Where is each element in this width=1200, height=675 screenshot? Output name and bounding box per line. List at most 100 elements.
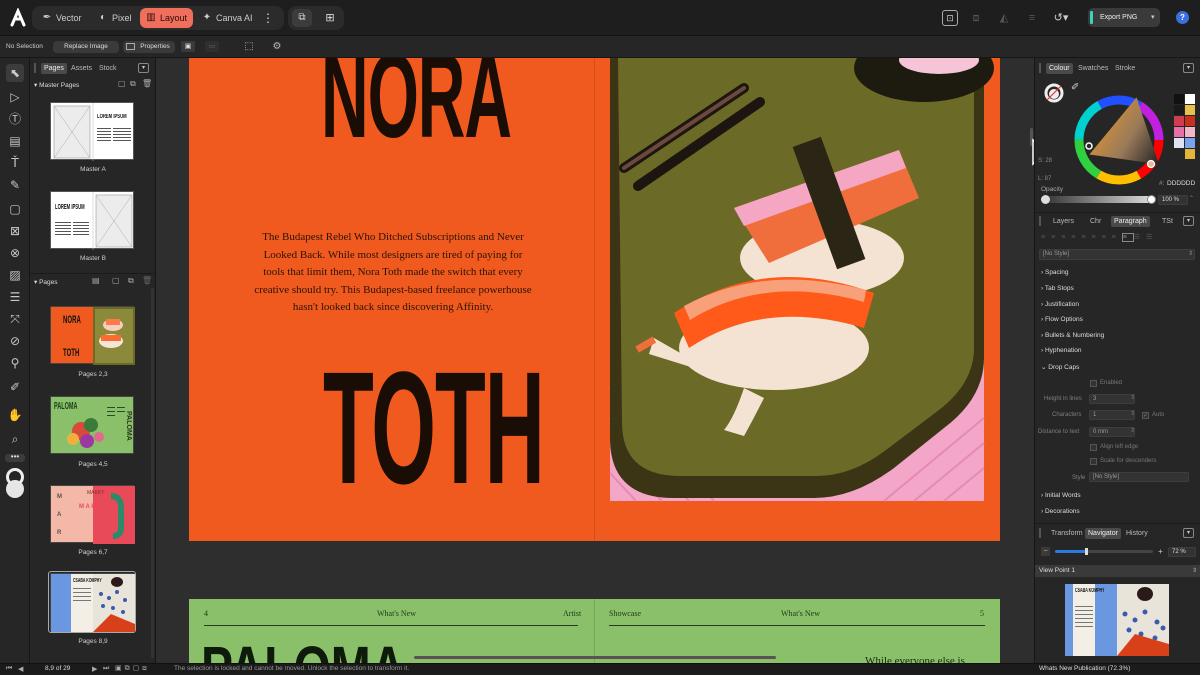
- section-tab-stops[interactable]: › Tab Stops: [1041, 285, 1074, 292]
- justify-right-icon[interactable]: ≡: [1091, 234, 1101, 241]
- auto-checkbox[interactable]: ✓: [1142, 412, 1149, 419]
- tab-stock[interactable]: Stock: [96, 63, 120, 74]
- bullets-icon[interactable]: ☰: [1134, 234, 1146, 241]
- move-tool-icon[interactable]: ⬉: [6, 64, 24, 82]
- add-master-icon[interactable]: ▢: [118, 79, 126, 88]
- flip-icon[interactable]: ◭: [996, 10, 1012, 26]
- master-b-thumbnail[interactable]: LOREM IPSUM: [50, 191, 134, 250]
- tab-swatches[interactable]: Swatches: [1075, 63, 1111, 74]
- help-button[interactable]: ?: [1176, 11, 1189, 24]
- justify-center-icon[interactable]: ≡: [1081, 234, 1091, 241]
- section-justification[interactable]: › Justification: [1041, 301, 1079, 308]
- section-bullets-numbering[interactable]: › Bullets & Numbering: [1041, 332, 1104, 339]
- tab-stroke[interactable]: Stroke: [1112, 63, 1138, 74]
- scale-descenders-checkbox[interactable]: [1090, 458, 1097, 465]
- justify-all-icon[interactable]: ≡: [1102, 234, 1112, 241]
- first-page-icon[interactable]: ⏮: [6, 665, 12, 673]
- opacity-stepper[interactable]: ⌃: [1189, 195, 1194, 202]
- node-tool-icon[interactable]: ▷: [6, 88, 24, 106]
- mode-vector[interactable]: ✒ Vector: [36, 8, 88, 28]
- justify-left-icon[interactable]: ≡: [1071, 234, 1081, 241]
- section-spacing[interactable]: › Spacing: [1041, 269, 1068, 276]
- properties-button[interactable]: Properties: [123, 41, 175, 53]
- paragraph-style-dropdown[interactable]: [No Style]: [1039, 249, 1195, 260]
- app-logo[interactable]: [8, 7, 28, 28]
- pages-header[interactable]: ▾ Pages: [34, 278, 58, 286]
- panel-scrollbar[interactable]: [151, 288, 154, 658]
- tab-colour[interactable]: Colour: [1046, 63, 1073, 74]
- replace-image-button[interactable]: Replace Image: [53, 41, 119, 53]
- document-canvas[interactable]: NORA The Budapest Rebel Who Ditched Subs…: [156, 58, 1034, 663]
- pages-4-5-thumbnail[interactable]: PALOMA PALOMA: [50, 396, 134, 454]
- add-page-after-icon[interactable]: ▢: [112, 276, 120, 285]
- zoom-in-icon[interactable]: +: [1156, 547, 1165, 556]
- place-image-tool-icon[interactable]: ▨: [6, 266, 24, 284]
- text-frame-tool-icon[interactable]: Ⓣ: [6, 110, 24, 128]
- panel-menu-icon[interactable]: ▾: [1183, 216, 1194, 226]
- panel-menu-icon[interactable]: ▾: [1183, 528, 1194, 538]
- select-frame-icon[interactable]: ⬚: [242, 40, 256, 54]
- align-left-icon[interactable]: ≡: [1041, 234, 1051, 241]
- distance-to-text-field[interactable]: 0 mm: [1089, 427, 1135, 437]
- tab-transform[interactable]: Transform: [1048, 528, 1086, 539]
- pages-2-3-thumbnail[interactable]: NORA TOTH: [50, 306, 135, 365]
- delete-page-icon[interactable]: 🗑: [142, 276, 152, 285]
- snapping-icon[interactable]: ⊡: [942, 10, 958, 26]
- zoom-slider[interactable]: [1055, 548, 1153, 555]
- section-hyphenation[interactable]: › Hyphenation: [1041, 347, 1081, 354]
- tab-assets[interactable]: Assets: [68, 63, 95, 74]
- more-tools-icon[interactable]: •••: [5, 453, 25, 462]
- page-counter[interactable]: 8,9 of 29: [45, 665, 70, 672]
- stroke-swatch[interactable]: [6, 480, 24, 498]
- text-wrap-tool-icon[interactable]: ☰: [6, 288, 24, 306]
- pen-tool-icon[interactable]: ✎: [6, 176, 24, 194]
- duplicate-page-icon[interactable]: ⧉: [128, 276, 134, 286]
- section-drop-caps[interactable]: ⌄ Drop Caps: [1041, 363, 1079, 371]
- tab-layers[interactable]: Layers: [1050, 216, 1077, 227]
- height-stepper[interactable]: ⇕: [1130, 394, 1135, 401]
- artistic-text-tool-icon[interactable]: Ť: [6, 154, 24, 172]
- delete-master-icon[interactable]: 🗑: [142, 79, 152, 88]
- viewpoint-dropdown[interactable]: View Point 1 ⇕: [1035, 565, 1200, 577]
- tab-paragraph[interactable]: Paragraph: [1111, 216, 1150, 227]
- colour-picker-icon[interactable]: ✐: [1071, 82, 1083, 94]
- numbering-icon[interactable]: ☰: [1146, 234, 1158, 241]
- opacity-slider-knob[interactable]: [1147, 195, 1156, 204]
- align-icon[interactable]: ≡: [1024, 10, 1040, 26]
- tab-pages[interactable]: Pages: [41, 63, 67, 74]
- crop-icon[interactable]: ▭: [205, 41, 219, 52]
- next-spread[interactable]: 4 What's New Artist Showcase What's New …: [189, 599, 1000, 663]
- panel-menu-icon[interactable]: ▾: [138, 63, 149, 73]
- table-tool-icon[interactable]: ▤: [6, 132, 24, 150]
- hand-tool-icon[interactable]: ✋: [6, 406, 24, 424]
- transform-tool-icon[interactable]: ⤧: [6, 310, 24, 328]
- transparency-tool-icon[interactable]: ⚲: [6, 354, 24, 372]
- eyedropper-tool-icon[interactable]: ✐: [6, 378, 24, 396]
- next-page-icon[interactable]: ▶: [92, 665, 97, 673]
- zoom-slider-knob[interactable]: [1085, 548, 1088, 555]
- tab-character[interactable]: Chr: [1087, 216, 1104, 227]
- panel-menu-icon[interactable]: ▾: [1183, 63, 1194, 73]
- opacity-slider[interactable]: [1041, 195, 1156, 204]
- characters-stepper[interactable]: ⇕: [1130, 410, 1135, 417]
- picture-frame-tool-icon[interactable]: ⊠: [6, 222, 24, 240]
- arrange-icon[interactable]: ⧈: [968, 10, 984, 26]
- canvas-scrollbar-horizontal[interactable]: [414, 656, 776, 659]
- spread-page-3[interactable]: [594, 58, 1000, 541]
- align-towards-spine-icon[interactable]: ≡: [1112, 234, 1122, 241]
- rectangle-tool-icon[interactable]: ▢: [6, 200, 24, 218]
- undo-history-icon[interactable]: ↺▾: [1050, 10, 1072, 26]
- tab-navigator[interactable]: Navigator: [1085, 528, 1121, 539]
- pages-6-7-thumbnail[interactable]: M A R M A K K Y MAKKY: [50, 485, 135, 544]
- colour-wheel[interactable]: [1073, 94, 1165, 186]
- grid-view-icon[interactable]: ⊞: [320, 9, 340, 27]
- page-view-icons[interactable]: ▣⧉▢⧈: [115, 664, 150, 673]
- settings-gear-icon[interactable]: ⚙: [270, 40, 284, 54]
- mode-layout[interactable]: ▥ Layout: [140, 8, 194, 28]
- recent-swatches[interactable]: [1174, 94, 1196, 160]
- master-pages-header[interactable]: ▾ Master Pages: [34, 81, 79, 89]
- align-away-spine-icon[interactable]: ≡: [1121, 233, 1134, 242]
- navigator-preview[interactable]: CSABA KOMPHY: [1065, 584, 1169, 656]
- section-initial-words[interactable]: › Initial Words: [1041, 492, 1081, 499]
- hex-value[interactable]: DDDDDD: [1167, 180, 1195, 187]
